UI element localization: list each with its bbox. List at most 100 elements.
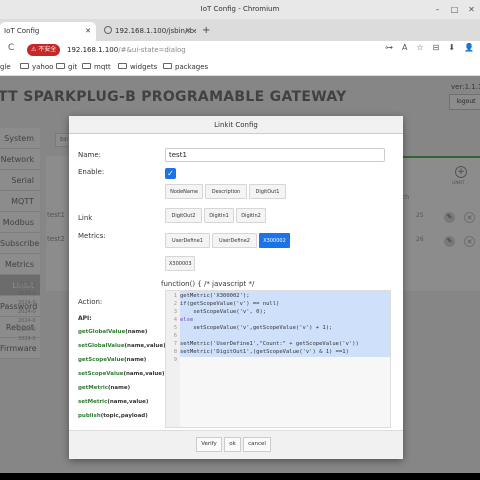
not-secure-badge[interactable]: ⚠ 不安全 [27,44,61,56]
api-item: setGlobalValue(name,value) [78,343,166,349]
code-line: 1 getMetric('X300002'); [166,292,390,300]
url-field[interactable]: 192.168.1.100/#&ui-state=dialog [67,44,186,56]
code-text: else [180,317,194,323]
bookmark-label: widgets [130,63,158,71]
api-fn: getMetric [78,385,108,391]
link-chip-digitin2[interactable]: DigitIn2 [236,208,266,223]
cancel-button[interactable]: cancel [243,437,271,452]
metric-chip-x300003[interactable]: X300003 [165,256,195,271]
globe-icon [104,26,112,34]
tab-close-icon[interactable]: ✕ [85,22,91,41]
ok-button[interactable]: ok [224,437,241,452]
api-label: API: [78,315,92,322]
code-text: setScopeValue('v', 0); [180,309,267,315]
close-window-button[interactable]: ✕ [467,5,476,14]
tab-label: 192.168.1.100/jsbin/.be [115,27,196,35]
name-input[interactable]: test1 [165,148,385,162]
api-item: getGlobalValue(name) [78,329,147,335]
line-number: 1 [173,293,177,299]
api-fn: setScopeValue [78,371,124,377]
code-text: getMetric('X300002'); [180,293,250,299]
sidepanel-icon[interactable]: ⊟ [433,43,440,52]
api-args: (name,value) [123,371,165,377]
api-args: (topic,payload) [100,413,148,419]
folder-icon [82,63,91,69]
profile-icon[interactable]: 👤 [464,43,474,52]
api-item: publish(topic,payload) [78,413,148,419]
screen-edge [0,473,480,480]
link-label: Link [78,214,93,222]
line-number: 3 [173,309,177,315]
address-bar: C ⚠ 不安全 192.168.1.100/#&ui-state=dialog … [0,41,480,59]
metric-chip-userdefine1[interactable]: UserDefine1 [165,233,210,248]
bookmark-label: packages [175,63,209,71]
api-item: setScopeValue(name,value) [78,371,165,377]
function-header: function() { /* javascript */ [161,280,255,288]
metric-chip-x300002[interactable]: X300002 [259,233,290,248]
bookmark-label: yahoo [32,63,54,71]
window-controls: – □ ✕ [433,5,476,14]
link-chip-digitin1[interactable]: DigitIn1 [204,208,234,223]
browser-window: IoT Config - Chromium – □ ✕ IoT Config ✕… [0,0,480,473]
enable-checkbox[interactable]: ✓ [165,168,176,179]
maximize-button[interactable]: □ [450,5,459,14]
link-chip-digitout2[interactable]: DigitOut2 [165,208,202,223]
api-args: (name) [125,329,148,335]
window-title: IoT Config - Chromium [200,5,280,13]
api-fn: getGlobalValue [78,329,126,335]
bookmark-packages[interactable]: packages [163,61,208,73]
action-label: Action: [78,298,103,306]
minimize-button[interactable]: – [433,5,442,14]
line-number: 2 [173,301,177,307]
bookmark-google[interactable]: gle [0,61,11,73]
url-host: 192.168.1.100 [67,46,119,54]
name-label: Name: [78,151,102,159]
download-icon[interactable]: ⬇ [448,43,455,52]
code-text: setScopeValue('v',getScopeValue('v') + 1… [180,325,333,331]
api-fn: setMetric [78,399,108,405]
tab-close-icon[interactable]: ✕ [185,22,191,41]
api-args: (name) [124,357,147,363]
code-text: setMetric('UserDefine1',"Count:" + getSc… [180,341,359,347]
address-actions: ⊶ A ☆ ⊟ ⬇ 👤 [385,43,474,52]
folder-icon [163,63,172,69]
code-line: 6 [166,332,390,340]
code-line: 8 setMetric('DigitOut1',(getScopeValue('v… [166,348,390,356]
bookmark-yahoo[interactable]: yahoo [20,61,53,73]
link-chip-description[interactable]: Description [205,184,247,199]
link-chip-digitout1[interactable]: DigitOut1 [249,184,286,199]
folder-icon [20,63,29,69]
link-chip-nodename[interactable]: NodeName [165,184,203,199]
bookmark-star-icon[interactable]: ☆ [416,43,423,52]
window-titlebar: IoT Config - Chromium – □ ✕ [0,0,480,19]
enable-label: Enable: [78,168,105,176]
tab-strip: IoT Config ✕ 192.168.1.100/jsbin/.be ✕ + [0,19,480,41]
code-line: 2 if(getScopeValue('v') == null) [166,300,390,308]
code-line: 9 [166,356,390,364]
metric-chip-userdefine2[interactable]: UserDefine2 [212,233,257,248]
code-line: 4 else [166,316,390,324]
line-number: 5 [173,325,177,331]
bookmark-label: mqtt [94,63,111,71]
new-tab-button[interactable]: + [202,22,210,40]
linkit-config-dialog: Linkit Config Name: test1 Enable: ✓ Node… [69,116,403,459]
api-item: getScopeValue(name) [78,357,146,363]
folder-icon [56,63,65,69]
verify-button[interactable]: Verify [196,437,222,452]
reader-icon[interactable]: A [402,43,407,52]
translate-icon[interactable]: ⊶ [385,43,393,52]
code-editor[interactable]: 1 getMetric('X300002'); 2 if(getScopeValue… [165,290,391,428]
bookmark-mqtt[interactable]: mqtt [82,61,111,73]
reload-icon[interactable]: C [8,43,14,53]
line-number: 8 [173,349,177,355]
bookmark-git[interactable]: git [56,61,77,73]
api-fn: publish [78,413,101,419]
tab-iot-config[interactable]: IoT Config ✕ [0,22,96,41]
line-number: 9 [173,357,177,363]
api-args: (name) [108,385,131,391]
bookmark-widgets[interactable]: widgets [118,61,157,73]
metrics-label: Metrics: [78,232,106,240]
code-line: 7 setMetric('UserDefine1',"Count:" + getS… [166,340,390,348]
tab-jsbin[interactable]: 192.168.1.100/jsbin/.be ✕ [100,22,196,41]
code-line: 3 setScopeValue('v', 0); [166,308,390,316]
